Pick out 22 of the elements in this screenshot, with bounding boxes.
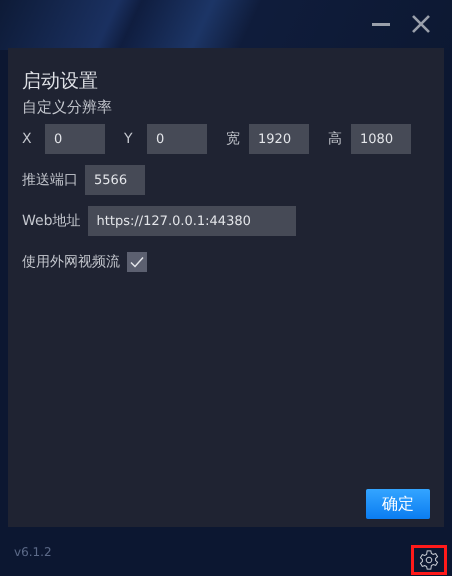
input-field[interactable]: 0 — [45, 124, 105, 154]
field-label: Y — [124, 131, 134, 147]
close-button[interactable] — [410, 13, 432, 35]
field-label: Web地址 — [22, 212, 81, 230]
input-field[interactable]: 1920 — [249, 124, 309, 154]
checkbox[interactable] — [127, 252, 147, 272]
port-field[interactable]: 5566 — [85, 165, 145, 195]
section-subtitle: 自定义分辨率 — [22, 97, 113, 118]
field-label: X — [22, 131, 33, 147]
field-label: 推送端口 — [22, 171, 78, 189]
input-field[interactable]: 0 — [147, 124, 207, 154]
field-label: 宽 — [226, 130, 241, 148]
settings-button[interactable] — [411, 544, 447, 574]
panel-title: 启动设置 — [22, 69, 99, 94]
checkbox-label: 使用外网视频流 — [22, 253, 120, 271]
input-field[interactable]: 1080 — [351, 124, 411, 154]
field-label: 高 — [328, 130, 343, 148]
close-icon — [410, 13, 432, 35]
minimize-icon — [372, 22, 390, 26]
settings-icon — [418, 548, 440, 570]
version-label: v6.1.2 — [14, 544, 52, 558]
web-address-field[interactable]: https://127.0.0.1:44380 — [88, 206, 296, 236]
